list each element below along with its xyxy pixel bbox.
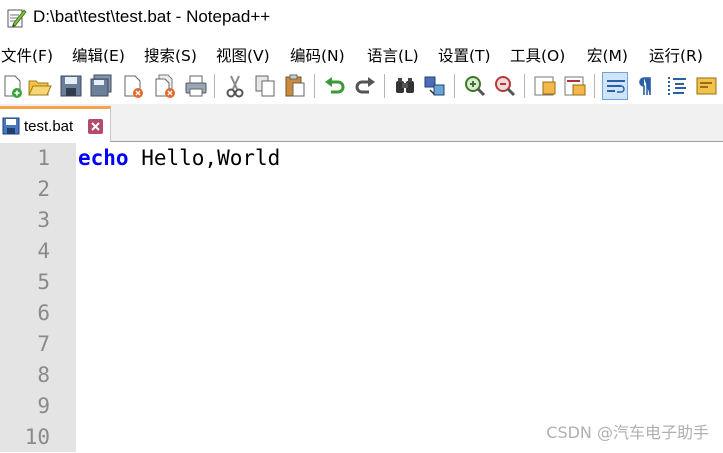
keyword-echo: echo <box>78 146 129 170</box>
tab-label: test.bat <box>24 118 74 135</box>
menu-edit[interactable]: 编辑(E) <box>72 44 125 66</box>
line-number: 2 <box>37 177 50 201</box>
tab-test-bat[interactable]: test.bat <box>0 106 111 142</box>
save-all-icon[interactable] <box>88 72 114 100</box>
line-number: 1 <box>37 146 50 170</box>
save-icon[interactable] <box>58 72 84 100</box>
zoom-out-icon[interactable] <box>492 72 518 100</box>
sync-vertical-scroll-icon[interactable] <box>532 72 558 100</box>
copy-icon[interactable] <box>252 72 278 100</box>
close-icon[interactable] <box>88 119 103 134</box>
line-number: 4 <box>37 239 50 263</box>
code-editor[interactable]: echo Hello,World CSDN @汽车电子助手 <box>76 143 723 452</box>
close-file-icon[interactable] <box>120 72 146 100</box>
word-wrap-icon[interactable] <box>602 72 628 100</box>
menu-run[interactable]: 运行(R) <box>649 44 703 66</box>
user-defined-language-icon[interactable] <box>694 72 720 100</box>
zoom-in-icon[interactable] <box>462 72 488 100</box>
toolbar-separator <box>384 74 385 98</box>
indent-guide-icon[interactable] <box>664 72 690 100</box>
menu-settings[interactable]: 设置(T) <box>438 44 491 66</box>
undo-icon[interactable] <box>322 72 348 100</box>
sync-horizontal-scroll-icon[interactable] <box>562 72 588 100</box>
show-all-characters-icon[interactable] <box>632 72 658 100</box>
paste-icon[interactable] <box>282 72 308 100</box>
close-all-icon[interactable] <box>152 72 178 100</box>
code-text: Hello,World <box>128 146 281 170</box>
menu-bar: 文件(F) 编辑(E) 搜索(S) 视图(V) 编码(N) 语言(L) 设置(T… <box>0 42 723 68</box>
redo-icon[interactable] <box>352 72 378 100</box>
line-number: 9 <box>37 394 50 418</box>
new-file-icon[interactable] <box>0 72 26 100</box>
code-line[interactable]: echo Hello,World <box>78 143 280 174</box>
toolbar-separator <box>594 74 595 98</box>
menu-language[interactable]: 语言(L) <box>367 44 419 66</box>
line-number-gutter: 1 2 3 4 5 6 7 8 9 10 <box>0 143 76 452</box>
replace-icon[interactable] <box>422 72 448 100</box>
notepad-plus-plus-icon <box>5 7 27 29</box>
watermark: CSDN @汽车电子助手 <box>546 423 709 442</box>
menu-file[interactable]: 文件(F) <box>1 44 53 66</box>
toolbar-separator <box>524 74 525 98</box>
saved-file-icon <box>2 117 20 135</box>
line-number: 3 <box>37 208 50 232</box>
find-icon[interactable] <box>392 72 418 100</box>
tab-bar: test.bat <box>0 104 723 142</box>
title-bar: D:\bat\test\test.bat - Notepad++ <box>0 0 723 38</box>
line-number: 10 <box>24 425 50 449</box>
menu-search[interactable]: 搜索(S) <box>144 44 197 66</box>
line-number: 6 <box>37 301 50 325</box>
toolbar-separator <box>214 74 215 98</box>
open-file-icon[interactable] <box>26 72 52 100</box>
toolbar-separator <box>454 74 455 98</box>
line-number: 8 <box>37 363 50 387</box>
menu-tools[interactable]: 工具(O) <box>510 44 565 66</box>
cut-icon[interactable] <box>222 72 248 100</box>
print-icon[interactable] <box>183 72 209 100</box>
toolbar <box>0 70 723 104</box>
line-number: 7 <box>37 332 50 356</box>
toolbar-separator <box>314 74 315 98</box>
menu-encoding[interactable]: 编码(N) <box>290 44 345 66</box>
line-number: 5 <box>37 270 50 294</box>
window-title: D:\bat\test\test.bat - Notepad++ <box>33 7 271 26</box>
menu-view[interactable]: 视图(V) <box>216 44 270 66</box>
menu-macro[interactable]: 宏(M) <box>587 44 628 66</box>
